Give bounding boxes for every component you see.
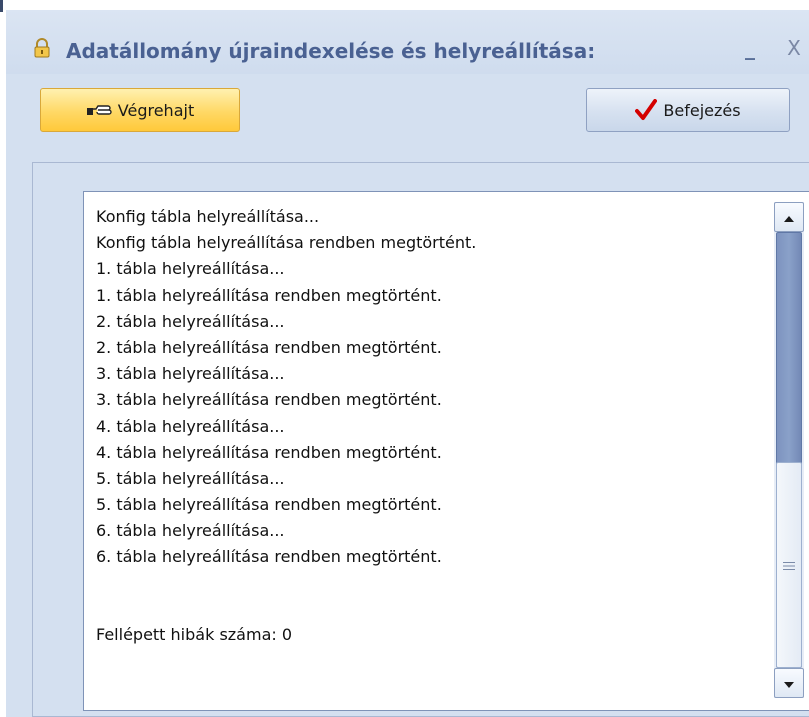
log-line: 2. tábla helyreállítása... [96,311,285,331]
log-line: Konfig tábla helyreállítása rendben megt… [96,233,477,253]
toolbar: Végrehajt Befejezés [6,74,809,154]
log-line: 4. tábla helyreállítása rendben megtörté… [96,442,442,462]
log-line: Konfig tábla helyreállítása... [96,207,320,226]
vertical-scrollbar[interactable] [774,202,804,698]
close-button[interactable]: X [782,36,806,60]
log-panel: Konfig tábla helyreállítása... Konfig tá… [32,162,809,717]
arrow-down-icon [783,674,795,693]
checkmark-icon [635,99,658,121]
arrow-up-icon [783,208,795,227]
log-line: 1. tábla helyreállítása rendben megtörté… [96,285,442,305]
log-line: 5. tábla helyreállítása rendben megtörté… [96,495,442,515]
title-bar[interactable]: Adatállomány újraindexelése és helyreáll… [6,10,809,74]
minimize-button[interactable]: _ [738,36,762,60]
execute-button-label: Végrehajt [117,100,195,120]
execute-button[interactable]: Végrehajt [40,88,240,132]
content-area: Konfig tábla helyreállítása... Konfig tá… [6,154,809,717]
pointing-hand-icon [86,103,112,117]
log-line: 5. tábla helyreállítása... [96,468,285,488]
dialog-window: Adatállomány újraindexelése és helyreáll… [0,0,809,717]
window-title: Adatállomány újraindexelése és helyreáll… [66,39,596,63]
finish-button-label: Befejezés [663,100,741,120]
log-line: 2. tábla helyreállítása rendben megtörté… [96,337,442,357]
log-textbox[interactable]: Konfig tábla helyreállítása... Konfig tá… [83,191,809,711]
padlock-icon [32,38,52,58]
scroll-track[interactable] [774,232,804,668]
log-line: 3. tábla helyreállítása... [96,364,285,384]
log-line: 6. tábla helyreállítása rendben megtörté… [96,547,442,567]
grip-icon [783,556,795,570]
log-line: 3. tábla helyreállítása rendben megtörté… [96,390,442,410]
scroll-up-button[interactable] [774,202,804,232]
log-line: 4. tábla helyreállítása... [96,416,285,436]
error-count-summary: Fellépett hibák száma: 0 [96,625,293,644]
finish-button[interactable]: Befejezés [586,88,790,132]
window-corner-mark [0,0,3,12]
log-line: 6. tábla helyreállítása... [96,521,285,541]
log-line: 1. tábla helyreállítása... [96,259,285,279]
scroll-down-button[interactable] [774,668,804,698]
log-lines: Konfig tábla helyreállítása... Konfig tá… [96,204,766,571]
